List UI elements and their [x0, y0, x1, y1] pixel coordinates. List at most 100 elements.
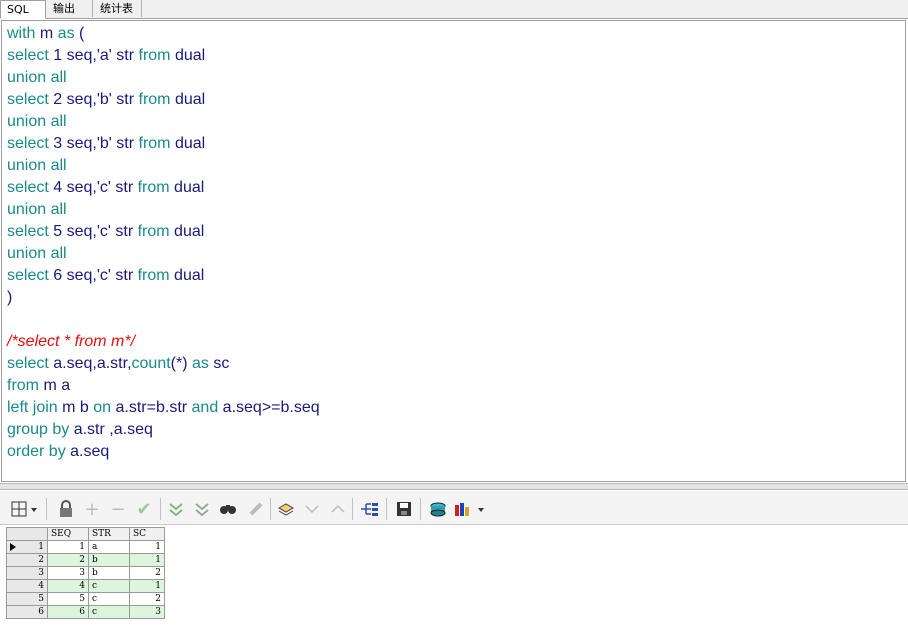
sql-keyword: left join	[7, 399, 58, 416]
table-row[interactable]: 5 5 c 2	[6, 592, 165, 606]
code-line: /*select * from m*/	[7, 331, 320, 353]
code-line: select a.seq,a.str,count(*) as sc	[7, 353, 320, 375]
sql-identifier: dual	[169, 223, 205, 240]
sql-keyword: from	[137, 179, 170, 196]
cell-str[interactable]: b	[88, 553, 130, 567]
cell-sc[interactable]: 1	[129, 540, 165, 554]
tab-statistics[interactable]: 统计表	[94, 0, 142, 17]
cell-seq[interactable]: 3	[47, 566, 89, 580]
cell-str[interactable]: c	[88, 592, 130, 606]
sql-keyword: order by	[7, 443, 66, 460]
code-line: select 5 seq,'c' str from dual	[7, 221, 320, 243]
table-row[interactable]: 4 4 c 1	[6, 579, 165, 593]
row-number: 2	[6, 553, 48, 567]
column-header-seq[interactable]: SEQ	[47, 527, 89, 541]
sql-keyword: with	[7, 25, 36, 42]
sql-code: with m as (select 1 seq,'a' str from dua…	[7, 23, 320, 463]
table-row[interactable]: 1 1 a 1	[6, 540, 165, 554]
lock-icon[interactable]	[56, 499, 76, 519]
previous-icon[interactable]	[302, 499, 322, 519]
grid-header-row: SEQ STR SC	[6, 527, 165, 541]
cell-sc[interactable]: 2	[129, 592, 165, 606]
cell-sc[interactable]: 2	[129, 566, 165, 580]
sql-identifier: a.str ,a.seq	[69, 421, 153, 438]
sql-identifier: dual	[169, 179, 205, 196]
next-icon[interactable]	[328, 499, 348, 519]
save-icon[interactable]	[394, 499, 414, 519]
sql-identifier: dual	[169, 267, 205, 284]
sql-keyword: and	[191, 399, 219, 416]
query-by-example-icon[interactable]	[276, 499, 296, 519]
sql-identifier: (	[74, 25, 85, 42]
result-toolbar: + − ✔	[0, 491, 908, 525]
splitter[interactable]	[0, 483, 908, 490]
tab-output[interactable]: 输出	[47, 0, 93, 17]
cell-seq[interactable]: 5	[47, 592, 89, 606]
code-line: )	[7, 287, 320, 309]
code-line: order by a.seq	[7, 441, 320, 463]
code-line: with m as (	[7, 23, 320, 45]
sql-keyword: select	[7, 267, 49, 284]
cell-seq[interactable]: 6	[47, 605, 89, 619]
export-icon[interactable]	[428, 499, 448, 519]
sql-keyword: union all	[7, 245, 67, 262]
sql-identifier: 4 seq,'c' str	[48, 179, 138, 196]
sql-keyword: from	[138, 135, 171, 152]
sql-identifier: dual	[170, 47, 206, 64]
tab-sql[interactable]: SQL	[0, 0, 46, 19]
toolbar-separator	[160, 498, 161, 520]
code-line: select 4 seq,'c' str from dual	[7, 177, 320, 199]
table-row[interactable]: 2 2 b 1	[6, 553, 165, 567]
sql-keyword: from	[7, 377, 39, 394]
sql-keyword: union all	[7, 113, 67, 130]
cell-sc[interactable]: 3	[129, 605, 165, 619]
filter-down-icon[interactable]	[166, 499, 186, 519]
code-line: from m a	[7, 375, 320, 397]
explain-icon[interactable]	[360, 499, 380, 519]
code-line: group by a.str ,a.seq	[7, 419, 320, 441]
cell-sc[interactable]: 1	[129, 553, 165, 567]
sql-identifier: a.seq>=b.seq	[218, 399, 320, 416]
sql-editor[interactable]: with m as (select 1 seq,'a' str from dua…	[1, 20, 906, 482]
cell-seq[interactable]: 2	[47, 553, 89, 567]
sql-keyword: union all	[7, 69, 67, 86]
cell-str[interactable]: b	[88, 566, 130, 580]
find-icon[interactable]	[218, 499, 238, 519]
clear-icon[interactable]	[246, 499, 266, 519]
table-row[interactable]: 3 3 b 2	[6, 566, 165, 580]
sql-identifier: (*)	[170, 355, 192, 372]
toolbar-separator	[386, 498, 387, 520]
sql-keyword: count	[131, 355, 171, 372]
sql-keyword: select	[7, 135, 49, 152]
table-row[interactable]: 6 6 c 3	[6, 605, 165, 619]
cell-seq[interactable]: 4	[47, 579, 89, 593]
cell-str[interactable]: c	[88, 605, 130, 619]
add-row-icon[interactable]: +	[82, 499, 102, 520]
sql-identifier: dual	[170, 135, 206, 152]
chart-icon[interactable]	[454, 499, 488, 519]
filter-clear-icon[interactable]	[192, 499, 212, 519]
cell-str[interactable]: a	[88, 540, 130, 554]
code-line: union all	[7, 111, 320, 133]
tab-bar: SQL 输出 统计表	[0, 0, 908, 19]
row-number-header	[6, 527, 48, 541]
sql-keyword: on	[93, 399, 112, 416]
grid-view-icon[interactable]	[10, 499, 38, 519]
delete-row-icon[interactable]: −	[108, 499, 128, 520]
toolbar-separator	[420, 498, 421, 520]
row-number: 4	[6, 579, 48, 593]
column-header-sc[interactable]: SC	[129, 527, 165, 541]
cell-seq[interactable]: 1	[47, 540, 89, 554]
sql-identifier: 3 seq,'b' str	[48, 135, 139, 152]
sql-identifier: dual	[170, 91, 206, 108]
current-row-indicator-icon	[10, 543, 16, 551]
cell-str[interactable]: c	[88, 579, 130, 593]
sql-keyword: select	[7, 179, 49, 196]
post-icon[interactable]: ✔	[134, 499, 154, 520]
column-header-str[interactable]: STR	[88, 527, 130, 541]
code-line: union all	[7, 243, 320, 265]
cell-sc[interactable]: 1	[129, 579, 165, 593]
sql-identifier: m b	[57, 399, 94, 416]
sql-identifier: m a	[39, 377, 71, 394]
toolbar-separator	[270, 498, 271, 520]
